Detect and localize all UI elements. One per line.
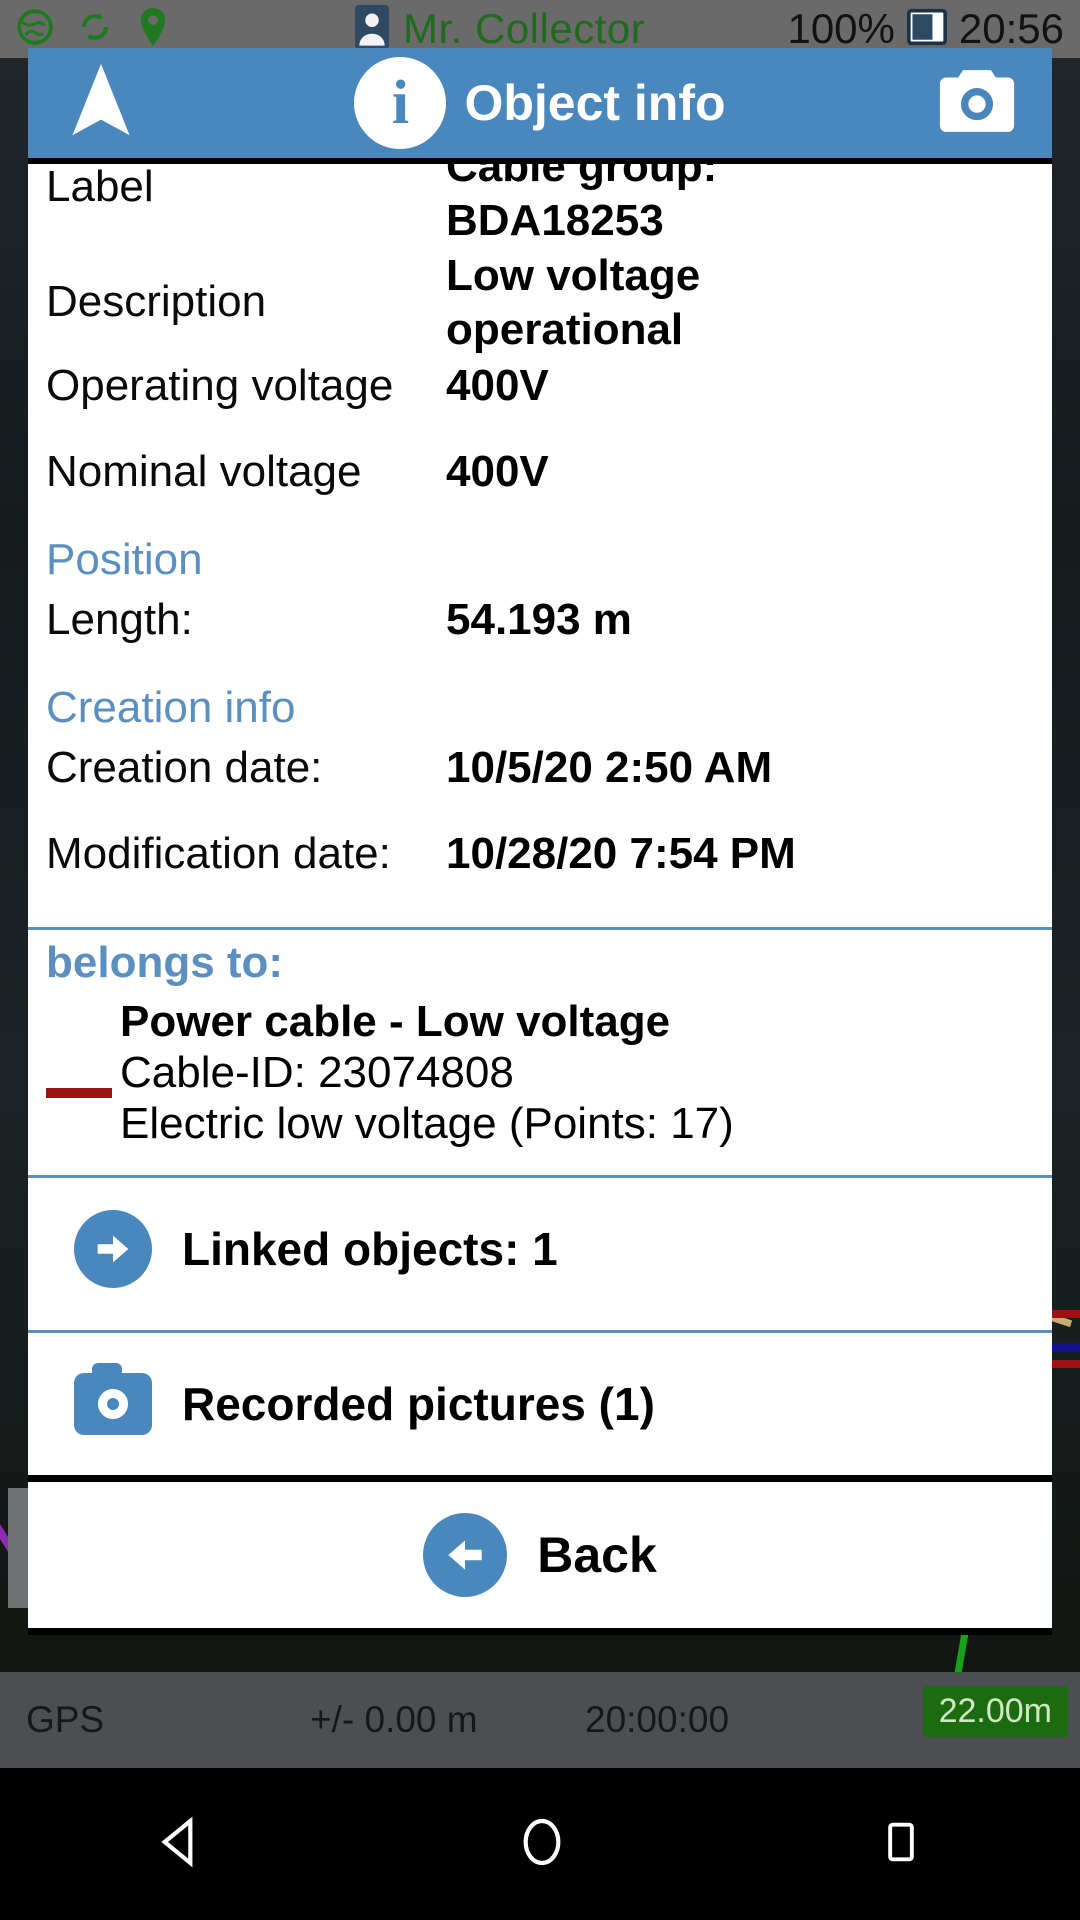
arrow-right-circle-icon (74, 1209, 152, 1288)
clock: 20:56 (958, 5, 1064, 52)
page-title: Object info (464, 75, 726, 131)
camera-icon[interactable] (936, 67, 1018, 140)
property-value-text: BDA18253 (446, 195, 664, 245)
contact-icon (355, 4, 389, 54)
dialog-header-center: i Object info (28, 57, 1052, 149)
globe-icon (16, 8, 54, 51)
gps-label: GPS (26, 1699, 105, 1740)
property-value: 400V (446, 446, 549, 496)
android-navigation-bar (0, 1768, 1080, 1920)
property-label: Nominal voltage (46, 446, 362, 496)
user-name: Mr. Collector (403, 5, 646, 52)
back-button[interactable]: Back (28, 1474, 1052, 1635)
property-value: 54.193 m (446, 594, 632, 644)
camera-lens (98, 1388, 128, 1419)
property-label: Label (46, 162, 154, 211)
map-scale-badge: 22.00m (922, 1686, 1068, 1737)
linked-objects-row[interactable]: Linked objects: 1 (28, 1178, 1052, 1320)
belongs-to-line-3: Electric low voltage (Points: 17) (120, 1098, 734, 1148)
property-value: Cable group: BDA18253 (446, 142, 1028, 247)
sync-icon (76, 8, 114, 51)
object-info-dialog: i Object info Label Cable group: BDA1825… (28, 48, 1052, 1635)
property-row-description: Description Low voltage operational (28, 247, 1052, 356)
recorded-pictures-row[interactable]: Recorded pictures (1) (28, 1333, 1052, 1475)
property-value: 400V (446, 360, 549, 410)
cable-color-swatch (46, 1087, 112, 1098)
triangle-back-icon[interactable] (153, 1814, 209, 1875)
status-bar-system: 100% 20:56 (787, 5, 1064, 53)
battery-percent: 100% (787, 5, 895, 52)
property-row-creation-date: Creation date: 10/5/20 2:50 AM (28, 739, 1052, 825)
status-bar-icons (16, 7, 170, 51)
back-label: Back (537, 1526, 657, 1583)
info-icon: i (354, 57, 447, 149)
property-value: Low voltage operational (446, 247, 776, 356)
recorded-pictures-label: Recorded pictures (1) (182, 1377, 655, 1430)
property-row-length: Length: 54.193 m (28, 591, 1052, 677)
phone-screen: GPS +/- 0.00 m 20:00:00 22.00m Mr. Colle… (0, 0, 1080, 1920)
property-row-operating-voltage: Operating voltage 400V (28, 357, 1052, 443)
linked-objects-label: Linked objects: 1 (182, 1222, 558, 1275)
property-value-text: Low voltage operational (446, 251, 701, 355)
belongs-to-section[interactable]: belongs to: Power cable - Low voltage Ca… (28, 930, 1052, 1165)
section-header-position: Position (46, 534, 203, 584)
camera-icon (74, 1362, 152, 1435)
gps-accuracy: +/- 0.00 m (310, 1699, 478, 1740)
battery-icon (905, 7, 949, 52)
property-label: Modification date: (46, 828, 391, 878)
circle-home-icon[interactable] (514, 1814, 570, 1875)
status-bar-user: Mr. Collector (355, 4, 646, 54)
property-row-nominal-voltage: Nominal voltage 400V (28, 443, 1052, 529)
property-row-modification-date: Modification date: 10/28/20 7:54 PM (28, 825, 1052, 911)
dialog-header: i Object info (28, 48, 1052, 164)
belongs-to-body: Power cable - Low voltage Cable-ID: 2307… (46, 996, 1034, 1149)
arrow-left-circle-icon (423, 1512, 508, 1597)
square-recents-icon[interactable] (875, 1816, 927, 1873)
belongs-to-line-2: Cable-ID: 23074808 (120, 1047, 514, 1097)
property-value: 10/28/20 7:54 PM (446, 828, 796, 878)
property-value: 10/5/20 2:50 AM (446, 742, 773, 792)
property-label: Creation date: (46, 742, 323, 792)
belongs-to-title: belongs to: (46, 937, 284, 987)
property-label: Operating voltage (46, 360, 394, 410)
location-pin-icon (136, 7, 170, 51)
map-status-bar: GPS +/- 0.00 m 20:00:00 22.00m (0, 1672, 1080, 1768)
property-row-label: Label Cable group: BDA18253 (28, 142, 1052, 247)
section-header-creation-info: Creation info (46, 682, 296, 732)
property-label: Description (46, 277, 267, 327)
navigation-arrow-icon[interactable] (66, 61, 136, 146)
gps-time: 20:00:00 (585, 1699, 730, 1740)
property-label: Length: (46, 594, 193, 644)
property-list: Label Cable group: BDA18253 Description … (28, 142, 1052, 917)
belongs-to-line-1: Power cable - Low voltage (120, 996, 671, 1046)
